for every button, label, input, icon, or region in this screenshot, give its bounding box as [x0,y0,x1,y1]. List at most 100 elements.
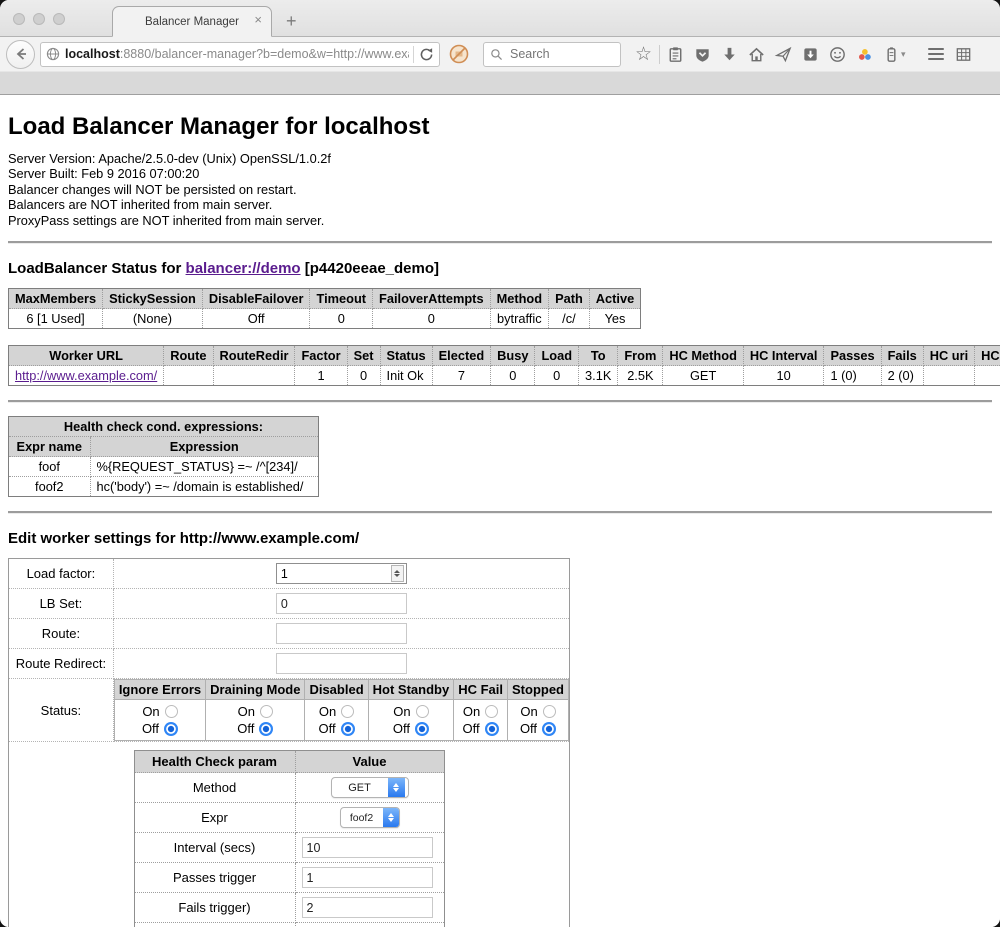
col-passes: Passes [824,346,881,366]
route-redirect-input[interactable] [276,653,407,674]
col-factor: Factor [295,346,347,366]
radio-hot-standby-on[interactable] [416,705,429,718]
radio-draining-mode-on[interactable] [260,705,273,718]
plugin-blocked-button[interactable] [445,41,472,68]
search-input[interactable] [508,46,614,62]
url-bar[interactable]: localhost:8880/balancer-manager?b=demo&w… [40,42,440,67]
off-label: Off [318,720,335,737]
status-table: Ignore Errors Draining Mode Disabled Hot… [114,679,569,741]
pocket-shield-icon [693,45,712,64]
col-status: Status [380,346,432,366]
worker-url-link[interactable]: http://www.example.com/ [15,368,157,383]
radio-ignore-errors-on[interactable] [165,705,178,718]
balancer-demo-link[interactable]: balancer://demo [186,260,301,277]
hc-interval-input[interactable] [302,837,433,858]
pocket-button[interactable] [689,41,716,68]
url-host: localhost [65,47,120,61]
health-check-param-table: Health Check param Value Method GET [134,750,445,927]
status-col-stopped: Stopped [508,680,569,700]
status-heading-prefix: LoadBalancer Status for [8,260,186,277]
hc-fails-input[interactable] [302,897,433,918]
off-label: Off [237,720,254,737]
load-factor-input[interactable] [277,567,391,581]
hc-passes-input[interactable] [302,867,433,888]
radio-hc-fail-off[interactable] [485,722,499,736]
table-row: foof %{REQUEST_STATUS} =~ /^[234]/ [9,457,319,477]
form-row-route-redirect: Route Redirect: [9,649,570,679]
home-button[interactable] [743,41,770,68]
new-tab-button[interactable]: + [286,11,297,32]
downloads-button[interactable] [716,41,743,68]
col-route: Route [164,346,213,366]
hc-expr-selected-value: foof2 [341,808,383,827]
status-col-hot-standby: Hot Standby [368,680,454,700]
form-row-load-factor: Load factor: [9,559,570,589]
hc-method-select[interactable]: GET [331,777,409,798]
radio-draining-mode-off[interactable] [259,722,273,736]
on-label: On [463,703,480,720]
save-to-pocket-button[interactable] [797,41,824,68]
status-col-hc-fail: HC Fail [454,680,508,700]
hc-fails-label: Fails trigger) [134,893,295,923]
radio-disabled-on[interactable] [341,705,354,718]
back-button[interactable] [6,40,35,69]
cell-active: Yes [589,309,640,329]
bookmark-star-button[interactable]: ☆ [630,41,657,68]
radio-hot-standby-off[interactable] [415,722,429,736]
grid-pages-icon [954,45,973,64]
cell-busy: 0 [491,366,535,386]
page-title: Load Balancer Manager for localhost [8,113,992,141]
back-arrow-icon [13,46,29,62]
page-grid-button[interactable] [950,41,977,68]
chevron-down-icon[interactable]: ▾ [901,49,906,60]
send-tab-button[interactable] [770,41,797,68]
lb-set-input[interactable] [276,593,407,614]
cell-routeredir [213,366,295,386]
route-input[interactable] [276,623,407,644]
form-row-lb-set: LB Set: [9,589,570,619]
hc-row-uri: HC uri [134,923,444,927]
window-minimize-button[interactable] [33,13,45,25]
battery-icon [882,45,901,64]
radio-disabled-off[interactable] [341,722,355,736]
color-theme-button[interactable] [851,41,878,68]
cell-load: 0 [535,366,579,386]
star-icon: ☆ [635,45,652,64]
page-content: Load Balancer Manager for localhost Serv… [0,95,1000,927]
tab-title: Balancer Manager [145,16,239,28]
radio-hc-fail-on[interactable] [485,705,498,718]
hc-uri-label: HC uri [134,923,295,927]
edit-worker-form: Load factor: LB Set: Route: Route Redire… [8,558,570,927]
status-col-disabled: Disabled [305,680,368,700]
stepper-arrows-icon[interactable] [391,565,404,582]
server-built: Server Built: Feb 9 2016 07:00:20 [8,166,992,181]
status-heading-suffix: [p4420eeae_demo] [301,260,439,277]
loadbalancer-status-heading: LoadBalancer Status for balancer://demo … [8,260,992,277]
col-maxmembers: MaxMembers [9,289,103,309]
cell-passes: 1 (0) [824,366,881,386]
bookmarks-menu-button[interactable] [662,41,689,68]
col-worker-url: Worker URL [9,346,164,366]
tab-balancer-manager[interactable]: Balancer Manager × [112,6,272,37]
radio-stopped-on[interactable] [543,705,556,718]
load-factor-stepper[interactable] [276,563,407,584]
url-input[interactable]: localhost:8880/balancer-manager?b=demo&w… [65,47,409,61]
color-dots-icon [855,45,874,64]
balancer-params-table: MaxMembers StickySession DisableFailover… [8,288,641,329]
feedback-button[interactable] [824,41,851,68]
col-set: Set [347,346,380,366]
health-check-expressions-table: Health check cond. expressions: Expr nam… [8,416,319,497]
server-info: Server Version: Apache/2.5.0-dev (Unix) … [8,151,992,228]
menu-button[interactable] [923,41,950,68]
paper-plane-icon [774,45,793,64]
tab-close-icon[interactable]: × [254,13,262,27]
reload-icon[interactable] [418,46,435,63]
window-close-button[interactable] [13,13,25,25]
toolbar-separator [659,45,660,64]
hc-expr-select[interactable]: foof2 [340,807,400,828]
radio-stopped-off[interactable] [542,722,556,736]
search-bar[interactable] [483,42,621,67]
radio-ignore-errors-off[interactable] [164,722,178,736]
window-zoom-button[interactable] [53,13,65,25]
on-label: On [319,703,336,720]
